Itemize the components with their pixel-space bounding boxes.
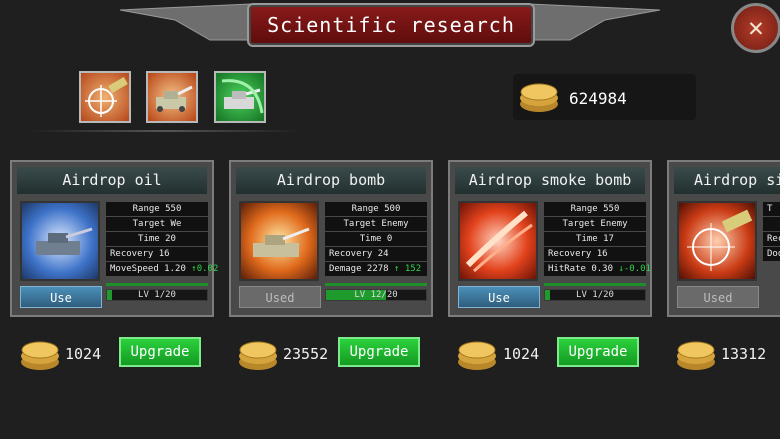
stat-bonus: Demage 2278 ↑ 152	[325, 262, 427, 276]
upgrade-button[interactable]: Upgrade	[557, 337, 639, 367]
stat-target: Target Enemy	[544, 217, 646, 231]
level-progress-bar	[325, 283, 427, 286]
stat-bonus: MoveSpeed 1.20 ↑0.02	[106, 262, 218, 276]
card-title: Airdrop sig	[674, 167, 780, 194]
tank-speed-icon	[20, 201, 100, 281]
tab-tank-defense[interactable]	[214, 71, 266, 123]
smoke-bomb-icon	[458, 201, 538, 281]
stat-recovery: Recovery 16	[544, 247, 646, 261]
price-label: 23552	[283, 345, 329, 363]
gold-coin-icon	[458, 341, 496, 370]
top-bar: Scientific research ✕	[0, 0, 780, 53]
stat-recovery: Recovery 16	[106, 247, 208, 261]
tab-tank-attack[interactable]	[146, 71, 198, 123]
research-card: Airdrop oil Range 550 Target We Time 20 …	[10, 160, 218, 317]
card-title: Airdrop oil	[17, 167, 207, 194]
gold-coin-icon	[21, 341, 59, 370]
use-button[interactable]: Use	[20, 286, 102, 308]
upgrade-button[interactable]: Upgrade	[338, 337, 420, 367]
stat-recovery: Recovery 24	[325, 247, 427, 261]
price-label: 1024	[503, 345, 540, 363]
tank-attack-icon	[156, 85, 193, 112]
stat-recovery: Rec	[763, 232, 780, 246]
arrow-up-icon: ↑	[394, 264, 400, 274]
stat-range: T	[763, 202, 780, 216]
price-label: 13312	[721, 345, 767, 363]
upgrade-button[interactable]: Upgrade	[119, 337, 201, 367]
tab-divider	[30, 130, 300, 132]
tank-defense-icon	[221, 79, 264, 114]
card-title: Airdrop bomb	[236, 167, 426, 194]
gold-coin-icon	[677, 341, 715, 370]
close-button[interactable]: ✕	[731, 3, 780, 53]
use-button[interactable]: Use	[458, 286, 540, 308]
stat-time: Time 17	[544, 232, 646, 246]
used-button[interactable]: Used	[239, 286, 321, 308]
crosshair-signal-icon	[677, 201, 757, 281]
crosshair-icon	[85, 77, 128, 117]
level-progress-bar	[106, 283, 208, 286]
gold-coin-icon	[239, 341, 277, 370]
stat-range: Range 550	[544, 202, 646, 216]
level-display: LV 1/20	[544, 289, 646, 301]
tank-bomb-icon	[239, 201, 319, 281]
stat-bonus: HitRate 0.30 ↓-0.01	[544, 262, 651, 276]
level-progress-bar	[544, 283, 646, 286]
stat-time: Time 20	[106, 232, 208, 246]
level-display: LV 1/20	[106, 289, 208, 301]
tab-crosshair[interactable]	[79, 71, 131, 123]
price-label: 1024	[65, 345, 102, 363]
page-title: Scientific research	[247, 3, 535, 47]
research-card: Airdrop smoke bomb Range 550 Target Enem…	[448, 160, 652, 317]
stat-range: Range 500	[325, 202, 427, 216]
stat-bonus: Dodg	[763, 247, 780, 261]
stat-target: Target Enemy	[325, 217, 427, 231]
card-title: Airdrop smoke bomb	[455, 167, 645, 194]
stat-target	[763, 217, 780, 231]
level-display: LV 12/20	[325, 289, 427, 301]
research-card: Airdrop bomb Range 500 Target Enemy Time…	[229, 160, 433, 317]
gold-coin-icon	[520, 83, 558, 112]
gold-amount: 624984	[569, 89, 627, 108]
stat-time: Time 0	[325, 232, 427, 246]
stat-target: Target We	[106, 217, 208, 231]
close-icon: ✕	[748, 13, 764, 43]
research-card: Airdrop sig T Rec Dodg Used	[667, 160, 780, 317]
used-button[interactable]: Used	[677, 286, 759, 308]
stat-range: Range 550	[106, 202, 208, 216]
